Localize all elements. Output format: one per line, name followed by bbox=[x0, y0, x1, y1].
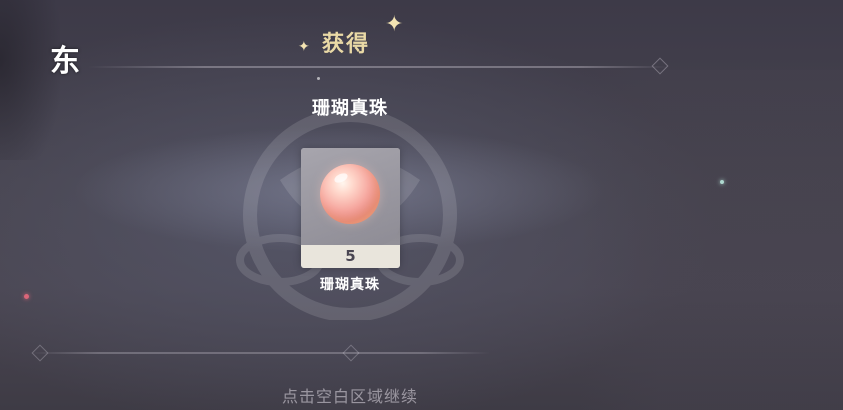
star-dot bbox=[720, 180, 724, 184]
divider-ornament bbox=[342, 344, 360, 362]
coral-pearl-icon bbox=[320, 164, 380, 224]
reward-title: 获得 bbox=[322, 32, 371, 57]
sparkle-icon: ✦ bbox=[385, 12, 404, 37]
item-name: 珊瑚真珠 bbox=[320, 277, 380, 293]
divider-top bbox=[88, 66, 668, 68]
reward-item-card[interactable]: 5 bbox=[301, 148, 400, 268]
corner-label: 东 bbox=[50, 44, 80, 79]
star-dot bbox=[317, 77, 320, 80]
background-panel bbox=[580, 70, 843, 410]
background-shade bbox=[0, 0, 60, 160]
continue-hint[interactable]: 点击空白区域继续 bbox=[240, 383, 460, 407]
item-count: 5 bbox=[301, 245, 400, 268]
sparkle-icon: ✦ bbox=[298, 39, 310, 55]
divider-bottom bbox=[30, 352, 490, 354]
item-title: 珊瑚真珠 bbox=[312, 98, 388, 119]
item-icon-frame bbox=[301, 148, 400, 245]
pearl-highlight bbox=[332, 171, 350, 185]
divider-ornament bbox=[31, 344, 49, 362]
star-dot bbox=[24, 294, 29, 299]
